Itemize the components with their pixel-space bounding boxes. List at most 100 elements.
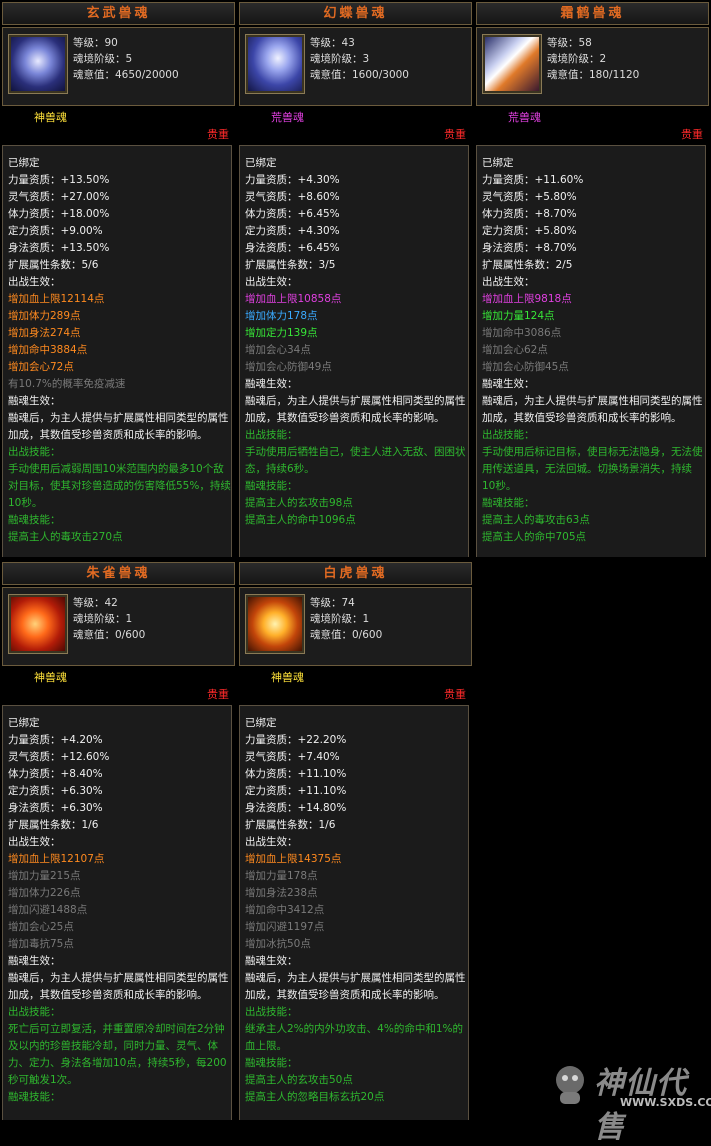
stat-level: 等级：74 [310, 597, 355, 609]
attr-line: 增加命中3412点 [245, 904, 325, 916]
attr-line: 增加体力178点 [245, 310, 318, 322]
attr-line: 提高主人的玄攻击98点 [245, 497, 353, 509]
card-stats: 等级：42 魂境阶级：1 魂意值：0/600 [73, 595, 145, 643]
attr-line: 融魂生效： [8, 955, 61, 967]
attr-line: 已绑定 [482, 157, 514, 169]
attr-line: 身法资质：+6.45% [245, 242, 340, 254]
card-type-row: 神兽魂 贵重 [2, 669, 233, 705]
card-body: 已绑定 力量资质：+11.60% 灵气资质：+5.80% 体力资质：+8.70% 定力资… [476, 145, 706, 557]
attr-line: 融魂技能： [8, 514, 61, 526]
attr-line: 增加定力139点 [245, 327, 318, 339]
crane-portrait-icon[interactable] [482, 34, 542, 94]
stat-level: 等级：58 [547, 37, 592, 49]
stat-level: 等级：90 [73, 37, 118, 49]
attr-line: 融魂后，为主人提供与扩展属性相同类型的属性加成，其数值受珍兽资质和成长率的影响。 [482, 395, 703, 424]
attr-line: 增加血上限12107点 [8, 853, 105, 865]
attr-line: 增加闪避1488点 [8, 904, 88, 916]
soul-type: 神兽魂 [34, 671, 67, 684]
white-tiger-portrait-icon[interactable] [245, 594, 305, 654]
card-type-row: 荒兽魂 贵重 [476, 109, 707, 145]
attr-line: 出战技能： [245, 1006, 298, 1018]
stat-level: 等级：43 [310, 37, 355, 49]
attr-line: 扩展属性条数：1/6 [8, 819, 99, 831]
card-stats: 等级：74 魂境阶级：1 魂意值：0/600 [310, 595, 382, 643]
mascot-icon [556, 1066, 584, 1104]
attr-line: 扩展属性条数：2/5 [482, 259, 573, 271]
card-body: 已绑定 力量资质：+4.20% 灵气资质：+12.60% 体力资质：+8.40% 定力资… [2, 705, 232, 1120]
attr-line: 增加体力289点 [8, 310, 81, 322]
attr-line: 灵气资质：+12.60% [8, 751, 110, 763]
attr-line: 增加会心25点 [8, 921, 74, 933]
attr-line: 灵气资质：+5.80% [482, 191, 577, 203]
attr-line: 出战技能： [8, 446, 61, 458]
attr-line: 增加命中3884点 [8, 344, 88, 356]
attr-line: 增加会心62点 [482, 344, 548, 356]
attr-line: 融魂生效： [245, 955, 298, 967]
attr-line: 手动使用后标记目标，使目标无法隐身，无法使用传送道具，无法回城。切换场景消失，持… [482, 446, 703, 492]
butterfly-portrait-icon[interactable] [245, 34, 305, 94]
attr-line: 融魂后，为主人提供与扩展属性相同类型的属性加成，其数值受珍兽资质和成长率的影响。 [8, 972, 229, 1001]
attr-line: 增加力量124点 [482, 310, 555, 322]
attr-line: 增加会心34点 [245, 344, 311, 356]
attr-line: 融魂生效： [482, 378, 535, 390]
card-header: 等级：74 魂境阶级：1 魂意值：0/600 [239, 587, 472, 666]
attr-line: 力量资质：+4.30% [245, 174, 340, 186]
card-body: 已绑定 力量资质：+22.20% 灵气资质：+7.40% 体力资质：+11.10% 定力… [239, 705, 469, 1120]
tortoise-portrait-icon[interactable] [8, 34, 68, 94]
attr-line: 已绑定 [245, 157, 277, 169]
attr-line: 体力资质：+8.70% [482, 208, 577, 220]
attr-line: 出战生效： [482, 276, 535, 288]
attr-line: 扩展属性条数：1/6 [245, 819, 336, 831]
attr-line: 提高主人的毒攻击63点 [482, 514, 590, 526]
attr-line: 融魂后，为主人提供与扩展属性相同类型的属性加成，其数值受珍兽资质和成长率的影响。 [245, 395, 466, 424]
attr-line: 增加冰抗50点 [245, 938, 311, 950]
card-header: 等级：90 魂境阶级：5 魂意值：4650/20000 [2, 27, 235, 106]
card-type-row: 神兽魂 贵重 [239, 669, 470, 705]
rarity-label: 贵重 [681, 128, 703, 141]
attr-line: 增加会心72点 [8, 361, 74, 373]
attr-line: 灵气资质：+27.00% [8, 191, 110, 203]
attr-line: 出战生效： [8, 836, 61, 848]
attr-line: 增加命中3086点 [482, 327, 562, 339]
attr-line: 出战生效： [8, 276, 61, 288]
stat-tier: 魂境阶级：5 [73, 53, 133, 65]
card-title: 白虎兽魂 [239, 562, 472, 585]
rarity-label: 贵重 [444, 688, 466, 701]
soul-card-2: 霜鹤兽魂 等级：58 魂境阶级：2 魂意值：180/1120 荒兽魂 贵重 已绑… [476, 2, 709, 557]
attr-line: 定力资质：+6.30% [8, 785, 103, 797]
attr-line: 灵气资质：+8.60% [245, 191, 340, 203]
attr-line: 融魂生效： [8, 395, 61, 407]
attr-line: 融魂技能： [245, 480, 298, 492]
attr-line: 融魂后，为主人提供与扩展属性相同类型的属性加成，其数值受珍兽资质和成长率的影响。 [245, 972, 466, 1001]
soul-type: 神兽魂 [271, 671, 304, 684]
attr-line: 增加血上限14375点 [245, 853, 342, 865]
attr-line: 死亡后可立即复活，并重置原冷却时间在2分钟及以内的珍兽技能冷却，同时力量、灵气、… [8, 1023, 227, 1086]
stat-will: 魂意值：0/600 [310, 629, 383, 641]
attr-line: 已绑定 [245, 717, 277, 729]
soul-card-1: 幻蝶兽魂 等级：43 魂境阶级：3 魂意值：1600/3000 荒兽魂 贵重 已… [239, 2, 472, 557]
attr-line: 力量资质：+13.50% [8, 174, 110, 186]
attr-line: 定力资质：+11.10% [245, 785, 347, 797]
attr-line: 手动使用后减弱周围10米范围内的最多10个敌对目标，使其对珍兽造成的伤害降低55… [8, 463, 231, 509]
attr-line: 提高主人的毒攻击270点 [8, 531, 123, 543]
attr-line: 已绑定 [8, 717, 40, 729]
card-title: 幻蝶兽魂 [239, 2, 472, 25]
attr-line: 融魂技能： [8, 1091, 61, 1103]
attr-line: 体力资质：+18.00% [8, 208, 110, 220]
rarity-label: 贵重 [444, 128, 466, 141]
card-title: 朱雀兽魂 [2, 562, 235, 585]
card-type-row: 神兽魂 贵重 [2, 109, 233, 145]
card-title: 玄武兽魂 [2, 2, 235, 25]
soul-type: 荒兽魂 [271, 111, 304, 124]
attr-line: 定力资质：+5.80% [482, 225, 577, 237]
vermilion-bird-portrait-icon[interactable] [8, 594, 68, 654]
card-body: 已绑定 力量资质：+13.50% 灵气资质：+27.00% 体力资质：+18.00% 定… [2, 145, 232, 557]
attr-line: 手动使用后牺牲自己，使主人进入无敌、困困状态，持续6秒。 [245, 446, 466, 475]
attr-line: 身法资质：+13.50% [8, 242, 110, 254]
stat-will: 魂意值：180/1120 [547, 69, 640, 81]
attr-line: 已绑定 [8, 157, 40, 169]
attr-line: 增加身法274点 [8, 327, 81, 339]
attr-line: 增加毒抗75点 [8, 938, 74, 950]
attr-line: 有10.7%的概率免疫减速 [8, 378, 126, 390]
card-stats: 等级：90 魂境阶级：5 魂意值：4650/20000 [73, 35, 179, 83]
